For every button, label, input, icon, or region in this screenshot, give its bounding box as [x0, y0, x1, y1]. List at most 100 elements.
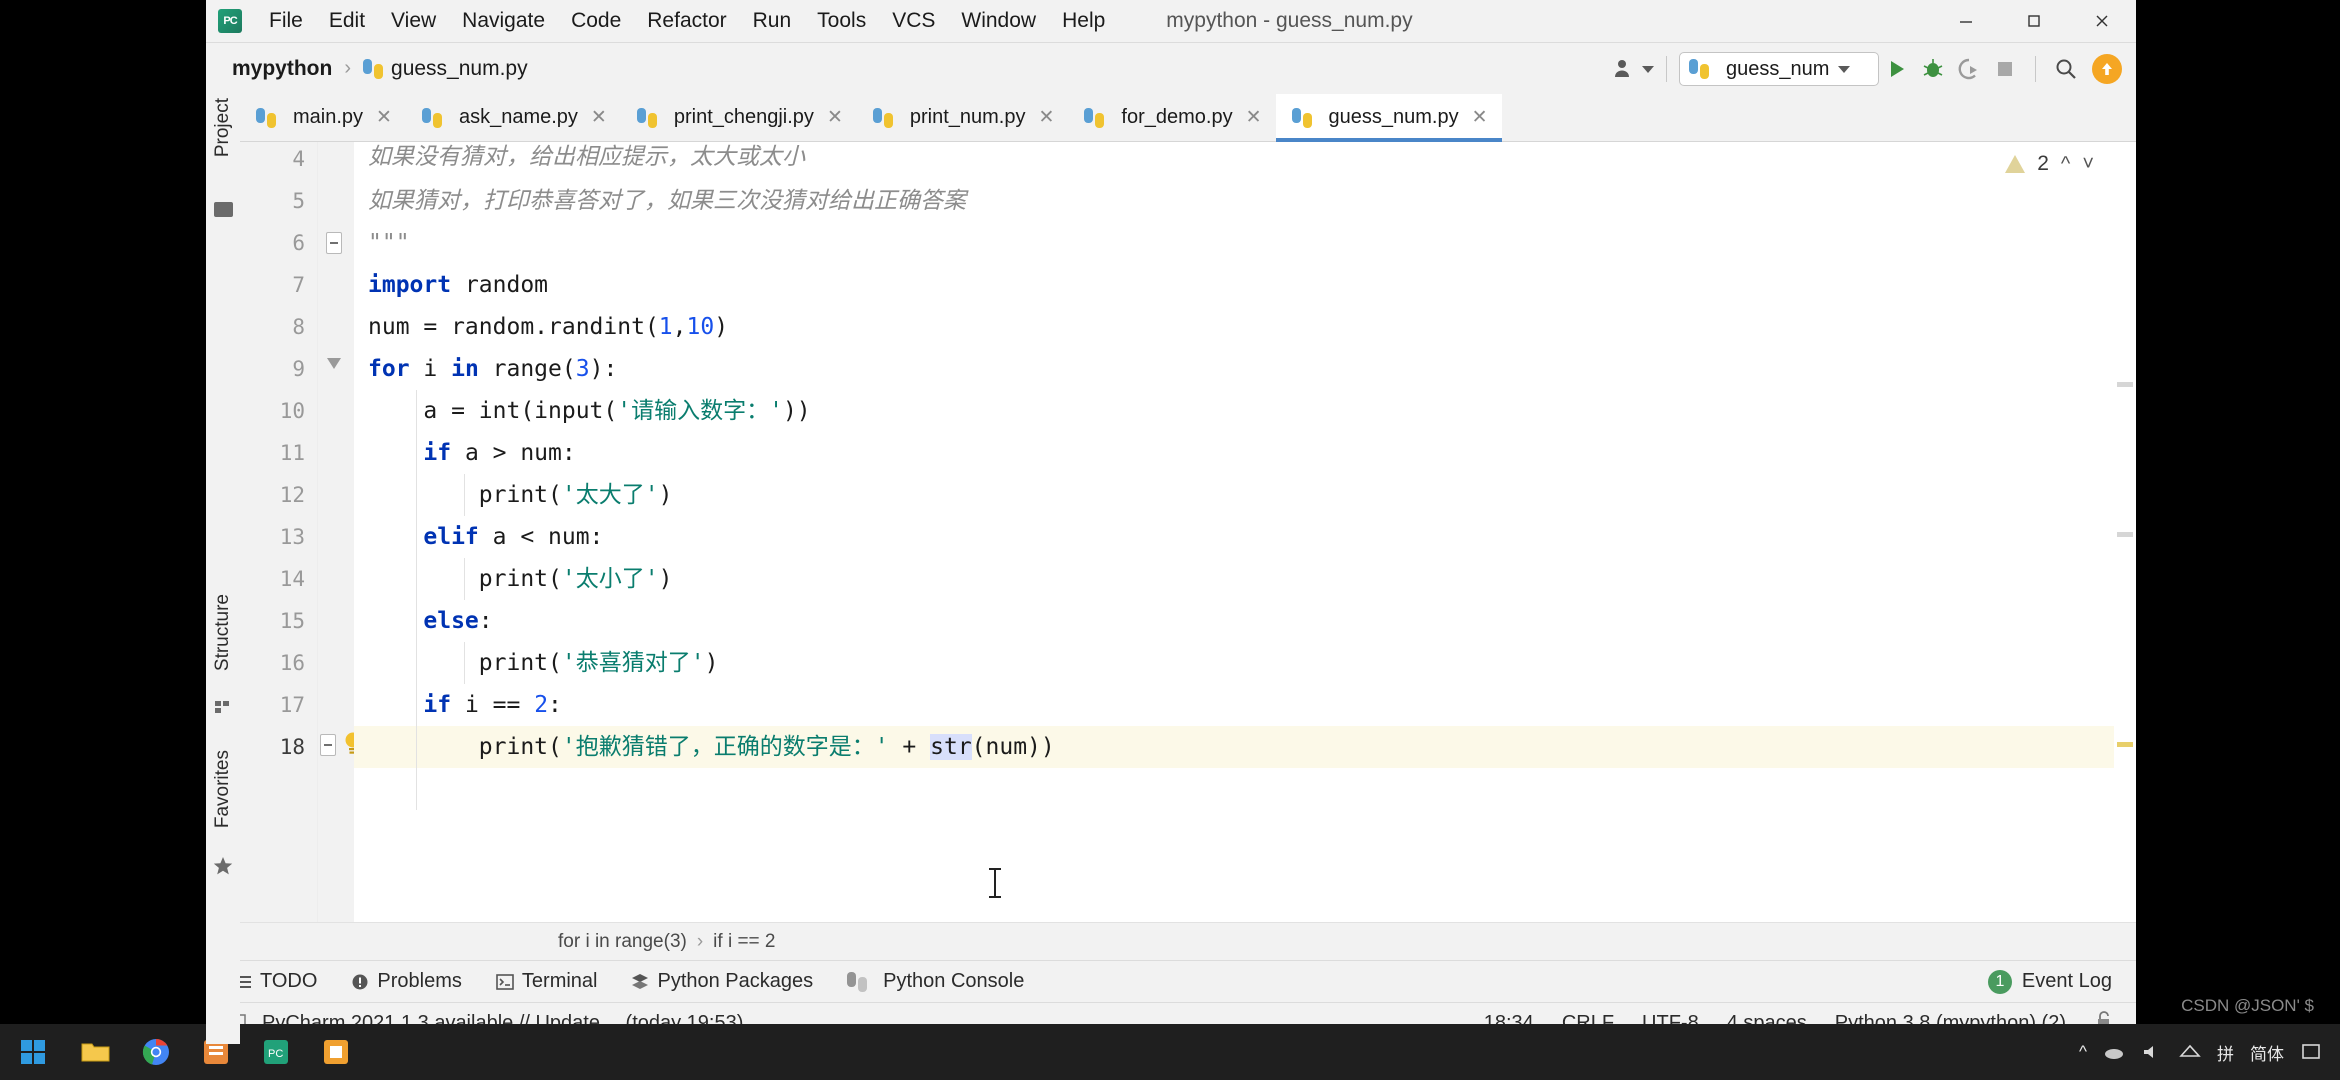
tab-main-py[interactable]: main.py ✕	[240, 94, 406, 141]
editor-scrollbar[interactable]	[2114, 142, 2136, 922]
breadcrumb-project[interactable]: mypython	[232, 57, 332, 81]
maximize-button[interactable]	[2000, 0, 2068, 42]
app-orange-icon[interactable]	[306, 1024, 366, 1080]
windows-start-icon[interactable]	[0, 1024, 66, 1080]
code-line-8: num = random.randint(1,10)	[368, 314, 729, 340]
code-editor[interactable]: 4 5 6 7 8 9 10 11 12 13 14 15 16 17 18 如…	[206, 142, 2136, 922]
editor-breadcrumb: for i in range(3) › if i == 2	[206, 922, 2136, 960]
breadcrumb-scope-loop[interactable]: for i in range(3)	[558, 931, 687, 953]
tab-print-chengji-py[interactable]: print_chengji.py ✕	[621, 94, 857, 141]
menu-item-vcs[interactable]: VCS	[879, 6, 948, 36]
chrome-icon[interactable]	[126, 1024, 186, 1080]
sidebar-item-structure[interactable]: Structure	[206, 594, 240, 671]
python-console-icon	[847, 971, 868, 992]
menu-label: Window	[961, 9, 1037, 32]
language-indicator[interactable]: 简体	[2250, 1040, 2284, 1065]
line-number: 12	[279, 483, 305, 507]
line-number: 13	[279, 525, 305, 549]
tab-label: main.py	[293, 106, 364, 128]
menu-item-help[interactable]: Help	[1049, 6, 1118, 36]
menu-item-view[interactable]: View	[378, 6, 449, 36]
tab-guess-num-py[interactable]: guess_num.py ✕	[1275, 94, 1502, 142]
show-hidden-icons[interactable]: ^	[2079, 1042, 2087, 1062]
network-icon	[2179, 1044, 2201, 1057]
tab-close-icon[interactable]: ✕	[1038, 106, 1054, 129]
code-line-16: print('恭喜猜对了')	[368, 650, 719, 676]
menu-item-file[interactable]: File	[256, 6, 316, 36]
tab-ask-name-py[interactable]: ask_name.py ✕	[406, 94, 621, 141]
fold-minus-icon-2[interactable]	[320, 734, 336, 756]
tool-window-label: Python Packages	[657, 970, 814, 992]
menu-item-window[interactable]: Window	[948, 6, 1049, 36]
pycharm-taskbar-icon[interactable]: PC	[246, 1024, 306, 1080]
tool-window-python-packages[interactable]: Python Packages	[631, 970, 813, 993]
menu-item-tools[interactable]: Tools	[804, 6, 879, 36]
tab-close-icon[interactable]: ✕	[1472, 106, 1488, 129]
tool-window-problems[interactable]: Problems	[351, 970, 462, 993]
menu-item-run[interactable]: Run	[740, 6, 805, 36]
sidebar-label: Favorites	[212, 750, 233, 829]
tool-window-label: Problems	[377, 970, 462, 992]
tab-close-icon[interactable]: ✕	[1246, 106, 1262, 129]
tab-close-icon[interactable]: ✕	[827, 106, 843, 129]
breadcrumb-scope-if[interactable]: if i == 2	[713, 931, 775, 953]
close-button[interactable]	[2068, 0, 2136, 42]
menu-label: Edit	[328, 9, 366, 32]
tool-window-bar: TODO Problems Terminal Python Packages P…	[206, 960, 2136, 1002]
line-number-current: 18	[279, 735, 305, 759]
file-explorer-icon[interactable]	[66, 1024, 126, 1080]
account-icon[interactable]	[1606, 51, 1642, 87]
code-line-11: if a > num:	[423, 440, 576, 466]
sidebar-label: Project	[212, 98, 233, 158]
code-text-area[interactable]: 如果没有猜对，给出相应提示，太大或太小 如果猜对，打印恭喜答对了，如果三次没猜对…	[354, 142, 2136, 922]
line-number: 11	[279, 441, 305, 465]
sidebar-label: Structure	[212, 594, 233, 672]
toolbar-divider-2	[2035, 56, 2036, 82]
code-line-6: """	[368, 222, 410, 264]
breadcrumb-file[interactable]: guess_num.py	[391, 57, 528, 81]
tab-for-demo-py[interactable]: for_demo.py ✕	[1068, 94, 1275, 141]
stop-icon[interactable]	[1987, 51, 2023, 87]
chevron-up-icon[interactable]: ^	[2061, 153, 2070, 176]
text-cursor	[989, 868, 1001, 898]
sidebar-item-project[interactable]: Project	[206, 98, 240, 157]
run-with-coverage-icon[interactable]	[1951, 51, 1987, 87]
left-tool-window-bar: Project Structure Favorites	[206, 94, 240, 1044]
inspection-widget[interactable]: 2 ^ ˅	[2005, 152, 2094, 176]
debug-icon[interactable]	[1915, 51, 1951, 87]
python-file-icon	[872, 107, 893, 128]
run-icon[interactable]	[1879, 51, 1915, 87]
menu-item-code[interactable]: Code	[558, 6, 634, 36]
tool-window-python-console[interactable]: Python Console	[847, 970, 1024, 993]
tool-window-todo[interactable]: TODO	[234, 970, 317, 993]
menu-item-edit[interactable]: Edit	[316, 6, 378, 36]
code-text: 如果没有猜对，给出相应提示，太大或太小	[368, 144, 805, 170]
line-number: 4	[292, 147, 305, 171]
fold-gutter[interactable]	[318, 142, 361, 922]
menu-bar: File Edit View Navigate Code Refactor Ru…	[256, 6, 1118, 36]
menu-item-refactor[interactable]: Refactor	[634, 6, 739, 36]
account-chevron-down-icon[interactable]	[1642, 65, 1654, 73]
update-arrow-icon[interactable]	[2092, 54, 2122, 84]
star-icon	[213, 856, 233, 881]
tab-close-icon[interactable]: ✕	[376, 106, 392, 129]
event-log-badge: 1	[1987, 969, 2012, 994]
minimize-button[interactable]	[1932, 0, 2000, 42]
ime-indicator[interactable]: 拼	[2217, 1040, 2234, 1065]
run-configuration-selector[interactable]: guess_num	[1679, 52, 1879, 86]
fold-arrow-icon[interactable]	[327, 358, 341, 369]
line-number: 14	[279, 567, 305, 591]
fold-minus-icon[interactable]	[326, 232, 342, 254]
menu-label: Tools	[817, 9, 867, 32]
tab-close-icon[interactable]: ✕	[591, 106, 607, 129]
tab-label: ask_name.py	[458, 106, 578, 128]
event-log-button[interactable]: 1 Event Log	[1987, 969, 2112, 994]
tab-print-num-py[interactable]: print_num.py ✕	[857, 94, 1069, 141]
tool-window-terminal[interactable]: Terminal	[496, 970, 597, 993]
tool-window-label: TODO	[260, 970, 318, 992]
search-icon[interactable]	[2048, 51, 2084, 87]
chevron-down-icon[interactable]: ˅	[2082, 153, 2094, 176]
sidebar-item-favorites[interactable]: Favorites	[206, 750, 240, 828]
code-line-7: import random	[368, 272, 549, 298]
menu-item-navigate[interactable]: Navigate	[449, 6, 558, 36]
